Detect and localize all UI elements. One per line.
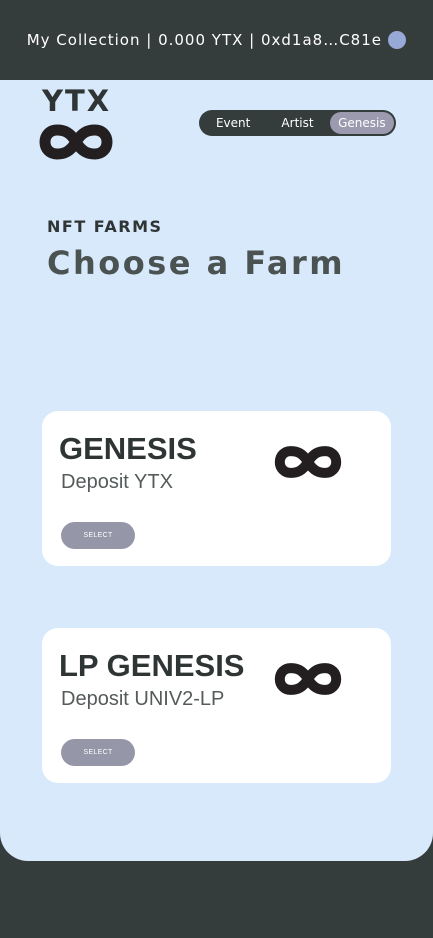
infinity-icon [39, 124, 113, 160]
farm-card-genesis: GENESIS Deposit YTX SELECT [42, 411, 391, 566]
brand-logo[interactable]: YTX [36, 84, 116, 164]
farm-title: GENESIS [59, 431, 197, 466]
select-button[interactable]: SELECT [61, 522, 135, 549]
collection-toggle: Event Artist Genesis [199, 110, 396, 136]
page-title: Choose a Farm [47, 244, 346, 282]
select-button[interactable]: SELECT [61, 739, 135, 766]
farm-description: Deposit UNIV2-LP [61, 688, 225, 710]
farm-card-lp-genesis: LP GENESIS Deposit UNIV2-LP SELECT [42, 628, 391, 783]
toggle-genesis[interactable]: Genesis [329, 112, 394, 134]
brand-name: YTX [42, 84, 112, 118]
infinity-icon [274, 446, 342, 478]
infinity-icon [274, 663, 342, 695]
section-subheading: NFT FARMS [47, 217, 163, 236]
toggle-event[interactable]: Event [201, 112, 265, 134]
farm-title: LP GENESIS [59, 648, 245, 683]
top-bar: My Collection | 0.000 YTX | 0xd1a8…C81e [0, 0, 433, 80]
wallet-summary[interactable]: My Collection | 0.000 YTX | 0xd1a8…C81e [27, 31, 382, 49]
toggle-artist[interactable]: Artist [265, 112, 329, 134]
farm-description: Deposit YTX [61, 471, 173, 493]
wallet-avatar[interactable] [388, 31, 406, 49]
